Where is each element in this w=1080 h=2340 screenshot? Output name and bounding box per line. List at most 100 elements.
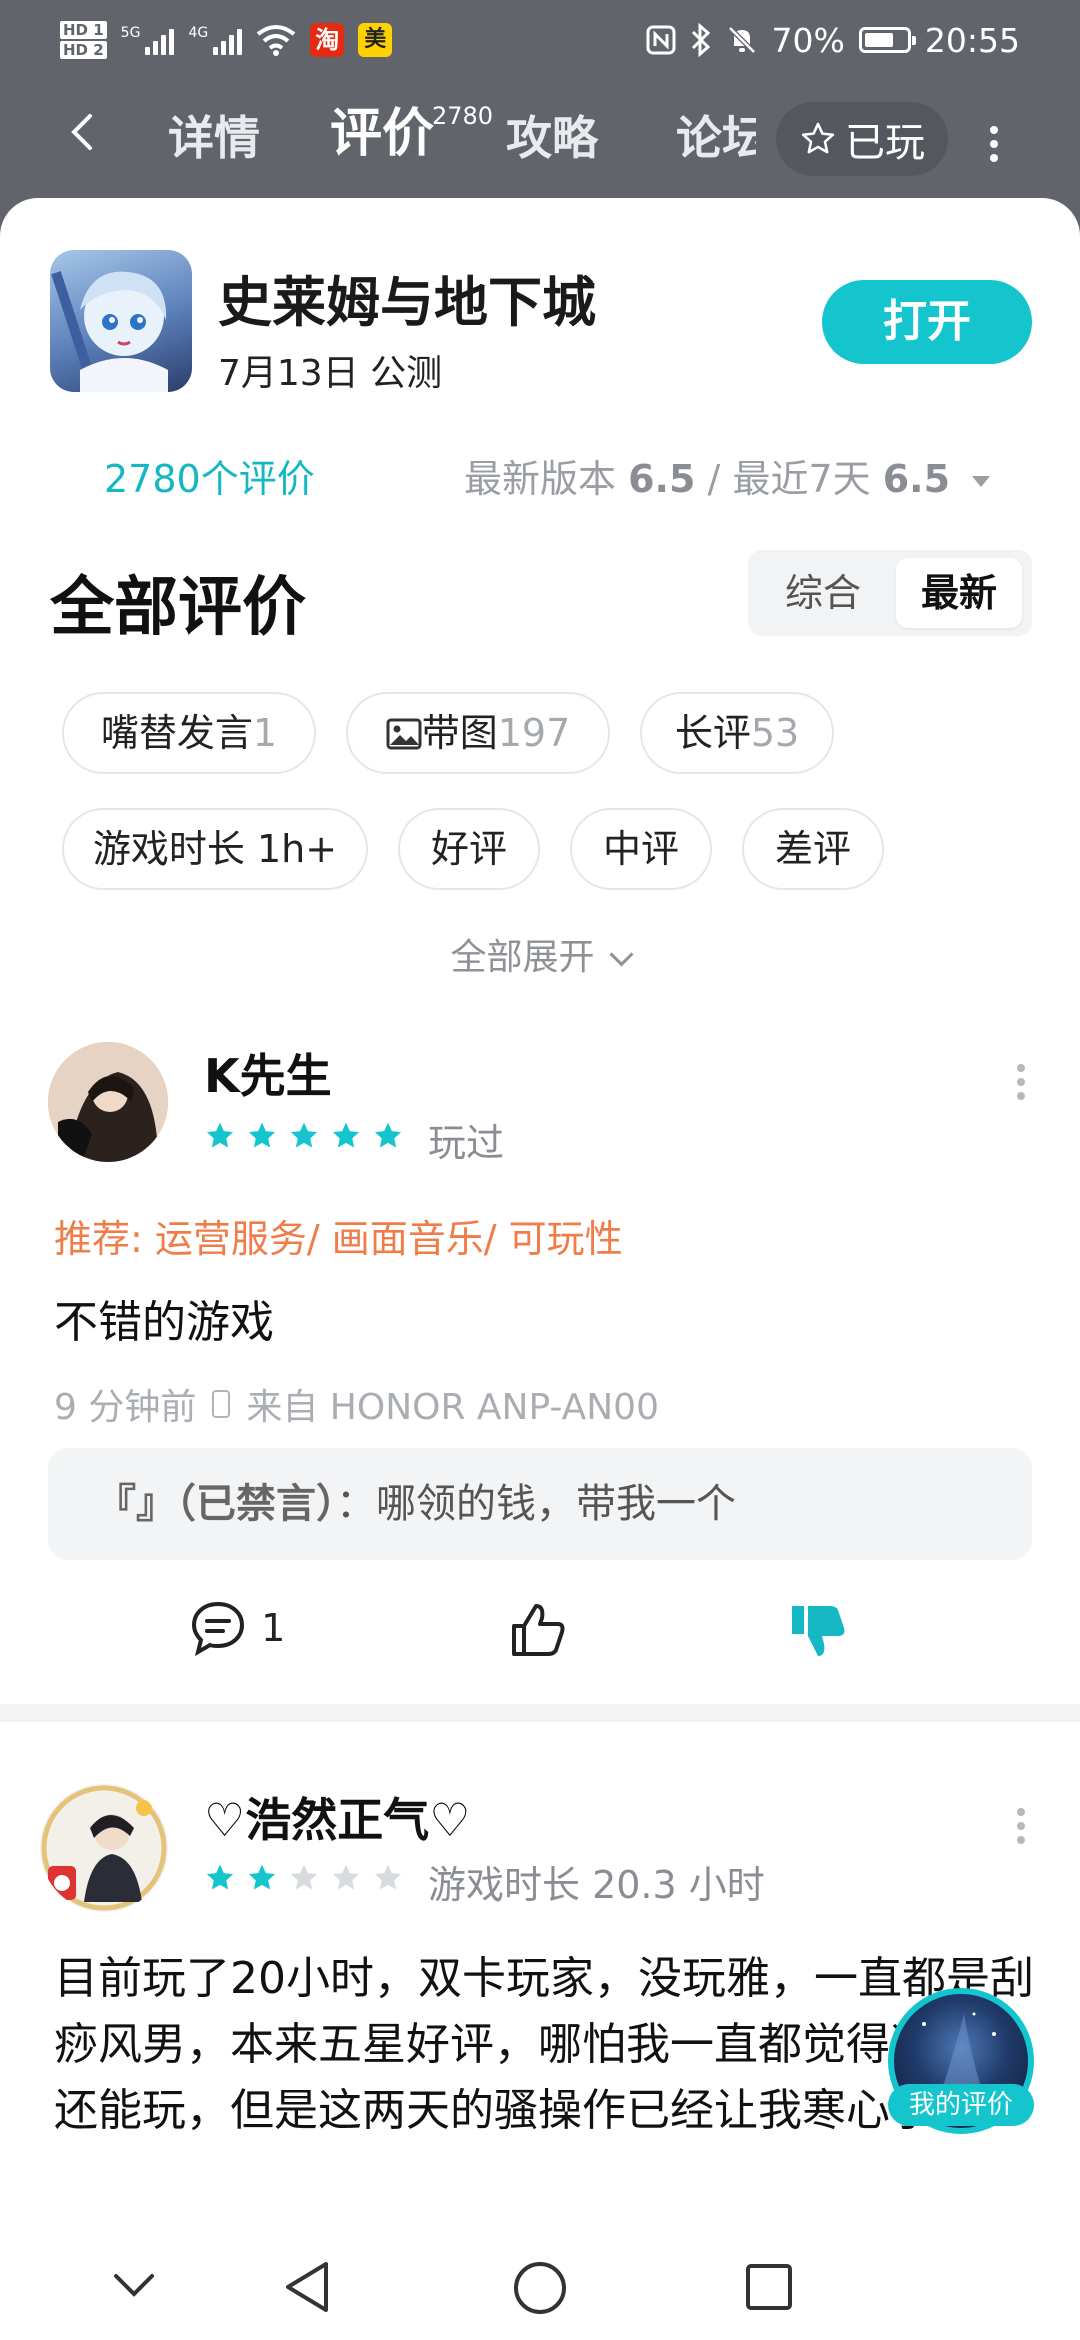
thumbs-down-icon (792, 1606, 845, 1656)
open-button[interactable]: 打开 (822, 280, 1032, 364)
my-review-label[interactable]: 我的评价 (888, 2084, 1034, 2126)
review-tag: 玩过 (428, 1121, 505, 1165)
star-filled-icon (206, 1122, 234, 1148)
star-filled-icon (248, 1864, 276, 1890)
back-icon[interactable] (64, 114, 100, 150)
hd2-label: HD 2 (60, 41, 107, 59)
filter-chip-positive[interactable]: 好评 (398, 808, 540, 890)
star-empty-icon (290, 1864, 318, 1890)
comment-button[interactable]: 1 (190, 1600, 310, 1670)
nav-home-icon[interactable] (512, 2260, 568, 2316)
chip-label: 长评 (674, 711, 751, 755)
reviews-count-badge: 2780 (432, 102, 494, 130)
section-title: 全部评价 (50, 571, 306, 645)
hd-indicator: HD 1 HD 2 (60, 20, 107, 60)
phone-icon (212, 1390, 231, 1418)
star-filled-icon (206, 1864, 234, 1890)
latest-version-score: 6.5 (628, 457, 696, 501)
meituan-icon: 美 (358, 23, 393, 57)
reviewer-name[interactable]: K先生 (204, 1040, 332, 1106)
star-outline-icon (801, 122, 835, 154)
review-more-icon[interactable] (1016, 1802, 1026, 1850)
taobao-icon: 淘 (310, 23, 345, 57)
expand-label: 全部展开 (450, 937, 595, 978)
reply-author: 『』（已禁言） (96, 1481, 336, 1527)
star-rating (204, 1862, 404, 1894)
top-nav: 详情 评价 2780 攻略 论坛 已玩 (0, 80, 1080, 200)
played-button[interactable]: 已玩 (776, 102, 948, 176)
score-separator: / (707, 457, 721, 501)
release-date: 7月13日 (218, 353, 359, 394)
review-time: 9 分钟前 (54, 1387, 197, 1428)
status-bar: HD 1 HD 2 5G 4G 淘 美 70% 20:55 (0, 0, 1080, 80)
recommend-tags: 推荐: 运营服务/ 画面音乐/ 可玩性 (54, 1217, 623, 1261)
chevron-down-icon (608, 942, 634, 967)
clock: 20:55 (924, 20, 1020, 60)
reviewer-name[interactable]: ♡浩然正气♡ (204, 1784, 470, 1850)
recent-score: 6.5 (882, 457, 951, 501)
filter-chip-playtime[interactable]: 游戏时长 1h+ (62, 808, 368, 890)
filter-chip-long[interactable]: 长评53 (640, 692, 834, 774)
played-label: 已玩 (845, 120, 925, 166)
filter-chip-images[interactable]: 带图197 (346, 692, 610, 774)
review-device: 来自 HONOR ANP-AN00 (246, 1387, 659, 1428)
image-icon (386, 718, 422, 750)
star-empty-icon (332, 1864, 360, 1890)
game-title: 史莱姆与地下城 (218, 271, 596, 334)
tab-details[interactable]: 详情 (168, 108, 260, 168)
star-filled-icon (290, 1122, 318, 1148)
bluetooth-icon (691, 23, 710, 57)
latest-version-label: 最新版本 (464, 457, 617, 501)
star-empty-icon (374, 1864, 402, 1890)
chip-count: 1 (252, 711, 278, 755)
dislike-button[interactable] (788, 1600, 858, 1670)
chip-label: 嘴替发言 (100, 711, 253, 755)
sort-toggle: 综合 最新 (748, 550, 1032, 636)
nav-back-icon[interactable] (282, 2260, 332, 2314)
dropdown-caret-icon (972, 476, 991, 487)
thumbs-up-icon (512, 1604, 565, 1656)
net2-label: 4G (188, 25, 209, 41)
tab-reviews[interactable]: 评价 (330, 104, 434, 164)
review-text[interactable]: 不错的游戏 (54, 1286, 274, 1350)
recent-label: 最近7天 (732, 457, 871, 501)
filter-chip-neutral[interactable]: 中评 (570, 808, 712, 890)
filter-chip-negative[interactable]: 差评 (742, 808, 884, 890)
review-meta: 9 分钟前 来自 HONOR ANP-AN00 (54, 1378, 659, 1430)
signal-4g-icon: 4G (188, 25, 243, 55)
reply-preview[interactable]: 『』（已禁言）：哪领的钱，带我一个 (48, 1448, 1032, 1560)
nfc-icon (646, 25, 676, 55)
tab-guides[interactable]: 攻略 (506, 108, 598, 168)
signal-5g-icon: 5G (121, 25, 175, 55)
review-count[interactable]: 2780个评价 (104, 448, 315, 503)
sort-comprehensive[interactable]: 综合 (762, 550, 884, 636)
chip-count: 53 (750, 711, 800, 755)
sort-latest[interactable]: 最新 (896, 558, 1022, 628)
hd1-label: HD 1 (60, 21, 107, 39)
reply-text: ：哪领的钱，带我一个 (336, 1481, 736, 1527)
avatar[interactable] (40, 1784, 168, 1912)
star-rating (204, 1120, 404, 1152)
release-status: 公测 (370, 353, 443, 394)
review-tag: 游戏时长 20.3 小时 (428, 1863, 765, 1907)
tab-forum[interactable]: 论坛 (676, 108, 756, 168)
comment-icon (191, 1601, 245, 1657)
more-menu-icon[interactable] (988, 120, 1000, 168)
hide-keyboard-icon[interactable] (112, 2270, 156, 2300)
chip-count: 197 (497, 711, 571, 755)
score-summary[interactable]: 最新版本 6.5 / 最近7天 6.5 (464, 448, 991, 503)
like-button[interactable] (508, 1600, 578, 1670)
filter-chip-quote[interactable]: 嘴替发言1 (62, 692, 316, 774)
system-nav-bar (0, 2240, 1080, 2340)
star-filled-icon (332, 1122, 360, 1148)
mute-bell-icon (727, 26, 756, 54)
expand-filters[interactable]: 全部展开 (0, 928, 1080, 980)
wifi-icon (256, 25, 296, 56)
battery-percent: 70% (771, 20, 845, 60)
net1-label: 5G (120, 25, 141, 41)
comment-count: 1 (261, 1606, 286, 1650)
review-more-icon[interactable] (1016, 1058, 1026, 1106)
avatar[interactable] (48, 1042, 168, 1162)
nav-recents-icon[interactable] (744, 2262, 794, 2312)
game-release: 7月13日 公测 (218, 344, 442, 396)
